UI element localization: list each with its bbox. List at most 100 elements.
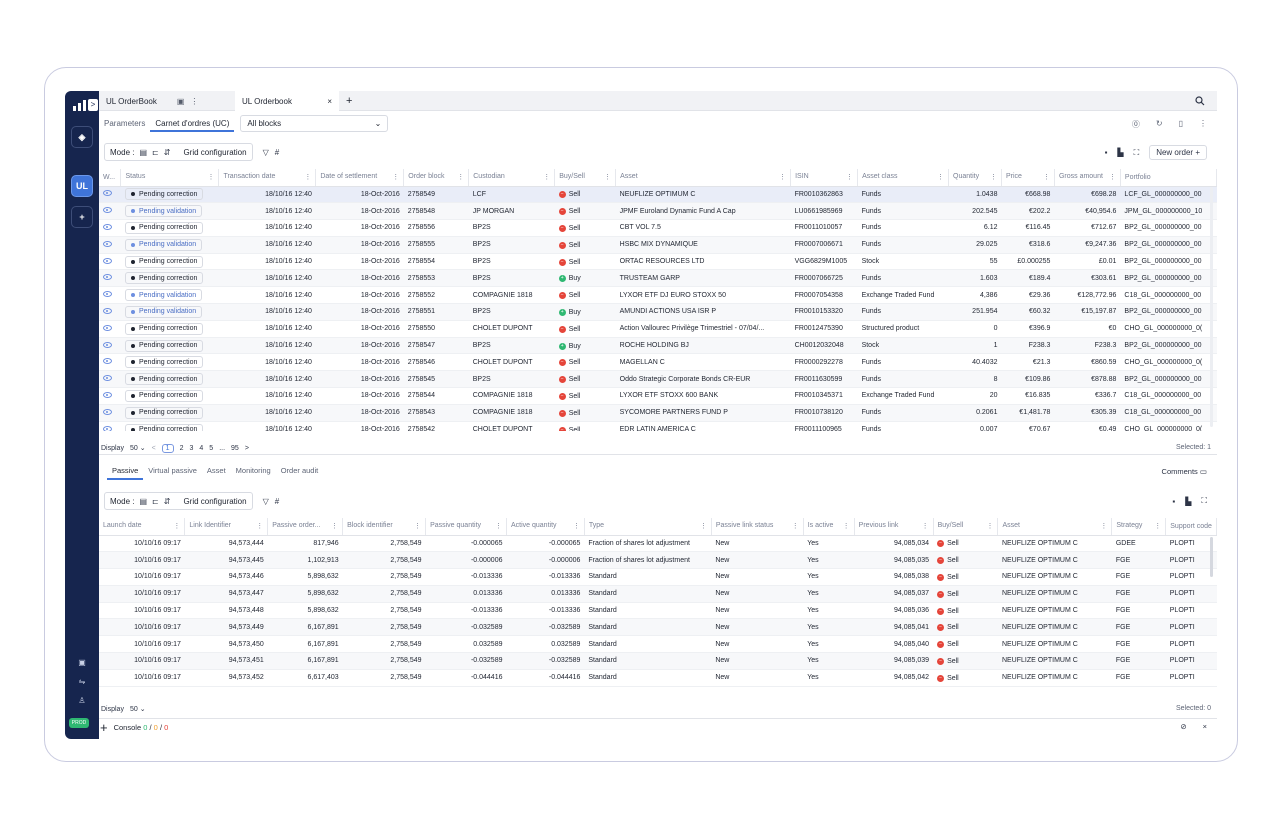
page-5-button[interactable]: 5 xyxy=(209,445,213,452)
column-header[interactable]: Date of settlement ⋮ xyxy=(315,169,405,187)
eye-icon[interactable] xyxy=(103,207,112,214)
fullscreen-icon[interactable]: ⛶ xyxy=(1134,148,1140,158)
column-menu-icon[interactable]: ⋮ xyxy=(986,522,993,530)
column-header[interactable]: Asset ⋮ xyxy=(997,518,1113,536)
column-header[interactable]: Asset class ⋮ xyxy=(857,169,950,187)
column-header[interactable]: Passive quantity ⋮ xyxy=(425,518,507,536)
table-row[interactable]: 10/10/16 09:17 94,573,449 6,167,891 2,758,5… xyxy=(99,618,1217,637)
column-menu-icon[interactable]: ⋮ xyxy=(256,522,263,530)
status-badge[interactable]: Pending correction xyxy=(124,255,204,268)
clear-icon[interactable]: ⊘ xyxy=(1180,722,1186,731)
table-row[interactable]: Pending correction 18/10/16 12:40 18-Oct-2… xyxy=(99,269,1217,288)
grid-configuration-button[interactable]: Grid configuration xyxy=(183,148,246,157)
table-row[interactable]: Pending correction 18/10/16 12:40 18-Oct-2… xyxy=(99,370,1217,389)
search-icon[interactable] xyxy=(1195,96,1205,106)
column-header[interactable]: Previous link ⋮ xyxy=(854,518,934,536)
bookmark-icon[interactable]: ▯ xyxy=(1179,119,1183,130)
status-badge[interactable]: Pending validation xyxy=(124,289,203,302)
status-badge[interactable]: Pending correction xyxy=(124,423,204,431)
new-order-button[interactable]: New order + xyxy=(1149,145,1207,160)
column-menu-icon[interactable]: ⋮ xyxy=(1109,173,1116,181)
status-badge[interactable]: Pending correction xyxy=(124,322,204,335)
eye-icon[interactable] xyxy=(103,358,112,365)
column-menu-icon[interactable]: ⋮ xyxy=(792,522,799,530)
column-menu-icon[interactable]: ⋮ xyxy=(543,173,550,181)
pivot-mode-icon[interactable]: ⇵ xyxy=(164,148,171,157)
table-row[interactable]: Pending correction 18/10/16 12:40 18-Oct-2… xyxy=(99,253,1217,271)
column-header[interactable]: Passive order... ⋮ xyxy=(267,518,344,536)
table-row[interactable]: Pending correction 18/10/16 12:40 18-Oct-2… xyxy=(99,186,1217,204)
column-header[interactable]: Quantity ⋮ xyxy=(948,169,1002,187)
row-view-cell[interactable] xyxy=(99,186,121,204)
column-header[interactable]: W... xyxy=(99,169,122,187)
eye-icon[interactable] xyxy=(103,291,112,298)
column-header[interactable]: Active quantity ⋮ xyxy=(506,518,585,536)
row-view-cell[interactable] xyxy=(99,253,121,271)
page-4-button[interactable]: 4 xyxy=(199,445,203,452)
home-layers-icon[interactable]: ◈ xyxy=(71,126,93,148)
column-menu-icon[interactable]: ⋮ xyxy=(937,173,944,181)
eye-icon[interactable] xyxy=(103,375,112,382)
columns-grid-icon[interactable]: # xyxy=(275,497,279,506)
column-menu-icon[interactable]: ⋮ xyxy=(457,173,464,181)
tree-mode-icon[interactable]: ⊏ xyxy=(152,148,159,157)
row-view-cell[interactable] xyxy=(99,404,121,422)
page-3-button[interactable]: 3 xyxy=(189,445,193,452)
tab-monitoring[interactable]: Monitoring xyxy=(231,464,276,480)
row-view-cell[interactable] xyxy=(99,353,121,372)
eye-icon[interactable] xyxy=(103,324,112,331)
column-header[interactable]: Support code xyxy=(1165,518,1217,536)
export-excel-icon[interactable]: ▙ xyxy=(1185,497,1191,506)
column-menu-icon[interactable]: ⋮ xyxy=(495,522,502,530)
page-size-select[interactable]: 50 ⌄ xyxy=(130,444,146,452)
eye-icon[interactable] xyxy=(103,240,112,247)
table-row[interactable]: Pending validation 18/10/16 12:40 18-Oct-2… xyxy=(99,303,1217,321)
status-badge[interactable]: Pending correction xyxy=(124,389,204,402)
tree-mode-icon[interactable]: ⊏ xyxy=(152,497,159,506)
page-95-button[interactable]: 95 xyxy=(231,445,239,452)
status-badge[interactable]: Pending correction xyxy=(124,339,204,352)
workspace-ul-button[interactable]: UL xyxy=(71,175,93,197)
column-menu-icon[interactable]: ⋮ xyxy=(304,173,311,181)
row-view-cell[interactable] xyxy=(99,219,121,237)
status-badge[interactable]: Pending correction xyxy=(124,406,204,419)
filter-icon[interactable]: ▽ xyxy=(263,497,269,506)
column-header[interactable]: Order block ⋮ xyxy=(403,169,470,187)
column-header[interactable]: Status ⋮ xyxy=(120,169,220,187)
mode-switch[interactable]: Mode : ▤ ⊏ ⇵ Grid configuration xyxy=(104,492,253,510)
add-icon[interactable]: + xyxy=(100,720,108,735)
row-view-cell[interactable] xyxy=(99,303,121,321)
table-row[interactable]: Pending validation 18/10/16 12:40 18-Oct-2… xyxy=(99,286,1217,305)
column-header[interactable]: Custodian ⋮ xyxy=(468,169,556,187)
table-row[interactable]: 10/10/16 09:17 94,573,444 817,946 2,758,549… xyxy=(99,535,1217,553)
sidebar-toggle-button[interactable]: > xyxy=(88,99,98,111)
export-icon[interactable]: ▪ xyxy=(1172,497,1175,506)
comments-button[interactable]: Comments ▭ xyxy=(1162,467,1207,476)
export-icon[interactable]: ▪ xyxy=(1105,148,1108,157)
table-row[interactable]: 10/10/16 09:17 94,573,452 6,617,403 2,758,5… xyxy=(99,669,1217,687)
status-badge[interactable]: Pending correction xyxy=(124,356,204,369)
settings-sliders-icon[interactable]: ⇋ xyxy=(76,676,88,688)
tab-menu-icon[interactable]: ⋮ xyxy=(190,97,198,106)
tab-parameters[interactable]: Parameters xyxy=(99,115,150,132)
table-row[interactable]: 10/10/16 09:17 94,573,446 5,898,632 2,758,5… xyxy=(99,568,1217,586)
table-row[interactable]: Pending correction 18/10/16 12:40 18-Oct-2… xyxy=(99,421,1217,431)
column-header[interactable]: Link Identifier ⋮ xyxy=(184,518,269,536)
eye-icon[interactable] xyxy=(103,274,112,281)
grid-mode-icon[interactable]: ▤ xyxy=(139,497,147,506)
table-row[interactable]: Pending correction 18/10/16 12:40 18-Oct-2… xyxy=(99,337,1217,355)
column-menu-icon[interactable]: ⋮ xyxy=(843,522,850,530)
column-menu-icon[interactable]: ⋮ xyxy=(207,173,214,181)
eye-icon[interactable] xyxy=(103,425,112,431)
status-badge[interactable]: Pending correction xyxy=(124,188,204,201)
column-menu-icon[interactable]: ⋮ xyxy=(604,173,611,181)
blocks-select[interactable]: All blocks ⌄ xyxy=(240,115,389,132)
column-menu-icon[interactable]: ⋮ xyxy=(392,173,399,181)
row-view-cell[interactable] xyxy=(99,387,121,405)
table-row[interactable]: 10/10/16 09:17 94,573,450 6,167,891 2,758,5… xyxy=(99,635,1217,654)
column-menu-icon[interactable]: ⋮ xyxy=(922,522,929,530)
row-view-cell[interactable] xyxy=(99,202,121,221)
row-view-cell[interactable] xyxy=(99,337,121,355)
row-view-cell[interactable] xyxy=(99,421,121,431)
table-row[interactable]: 10/10/16 09:17 94,573,448 5,898,632 2,758,5… xyxy=(99,602,1217,620)
